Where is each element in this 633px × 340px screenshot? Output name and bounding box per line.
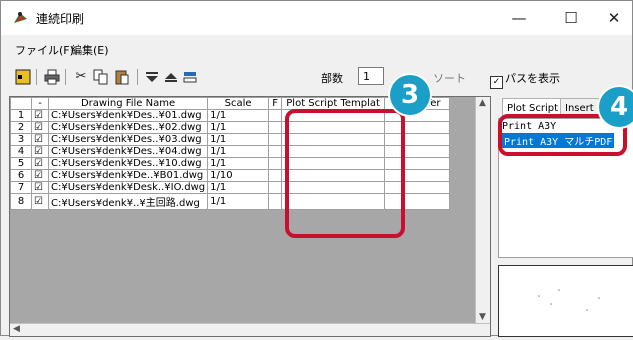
- copies-input[interactable]: [358, 67, 384, 85]
- f-cell[interactable]: [268, 133, 283, 146]
- column-header-rownum[interactable]: [10, 97, 32, 110]
- file-name-cell[interactable]: C:¥Users¥denk¥Des..¥02.dwg: [47, 121, 209, 134]
- row-checkbox[interactable]: ☑: [31, 169, 49, 182]
- f-cell[interactable]: [268, 181, 283, 194]
- preview-drawing: [538, 289, 600, 311]
- row-number[interactable]: 3: [10, 133, 32, 146]
- copies-label: 部数: [321, 72, 343, 85]
- row-checkbox[interactable]: ☑: [31, 109, 49, 122]
- callout-badge-3: 3: [390, 75, 430, 115]
- callout-box-plot-script: [285, 109, 405, 238]
- print-icon[interactable]: [44, 69, 60, 85]
- row-checkbox[interactable]: ☑: [31, 157, 49, 170]
- move-up-icon[interactable]: [163, 69, 179, 85]
- scale-cell[interactable]: 1/1: [207, 109, 270, 122]
- row-checkbox[interactable]: ☑: [31, 181, 49, 194]
- f-cell[interactable]: [268, 121, 283, 134]
- scale-cell[interactable]: 1/1: [207, 193, 270, 210]
- row-number[interactable]: 2: [10, 121, 32, 134]
- settings-icon[interactable]: [182, 69, 198, 85]
- column-header-f[interactable]: F: [268, 97, 283, 110]
- scale-cell[interactable]: 1/1: [207, 157, 270, 170]
- open-icon[interactable]: [15, 69, 31, 85]
- scale-cell[interactable]: 1/1: [207, 133, 270, 146]
- title-bar: 連続印刷 — ☐ ✕: [1, 1, 632, 35]
- menu-file[interactable]: ファイル(F): [15, 42, 74, 58]
- show-path-label: パスを表示: [505, 72, 560, 85]
- scale-cell[interactable]: 1/10: [207, 169, 270, 182]
- file-name-cell[interactable]: C:¥Users¥denk¥Des..¥01.dwg: [47, 109, 209, 122]
- row-checkbox[interactable]: ☑: [31, 145, 49, 158]
- row-checkbox[interactable]: ☑: [31, 193, 49, 210]
- file-name-cell[interactable]: C:¥Users¥denk¥Des..¥10.dwg: [47, 157, 209, 170]
- row-checkbox[interactable]: ☑: [31, 121, 49, 134]
- horizontal-scrollbar[interactable]: ◀: [10, 323, 490, 336]
- scale-cell[interactable]: 1/1: [207, 145, 270, 158]
- row-number[interactable]: 4: [10, 145, 32, 158]
- window-title: 連続印刷: [36, 12, 85, 26]
- f-cell[interactable]: [268, 193, 283, 210]
- row-number[interactable]: 6: [10, 169, 32, 182]
- cut-icon[interactable]: ✂: [73, 69, 89, 85]
- column-header-plot-script[interactable]: Plot Script Templat: [281, 97, 386, 110]
- maximize-button[interactable]: ☐: [550, 3, 592, 33]
- menu-bar: ファイル(F) 編集(E): [1, 35, 632, 61]
- show-path-checkbox[interactable]: ✓ パスを表示: [490, 70, 560, 89]
- move-down-icon[interactable]: [144, 69, 160, 85]
- f-cell[interactable]: [268, 169, 283, 182]
- row-number[interactable]: 1: [10, 109, 32, 122]
- scroll-down-icon[interactable]: ▼: [479, 312, 486, 322]
- file-name-cell[interactable]: C:¥Users¥denk¥Des..¥03.dwg: [47, 133, 209, 146]
- row-number[interactable]: 5: [10, 157, 32, 170]
- file-name-cell[interactable]: C:¥Users¥denk¥..¥主回路.dwg: [47, 193, 209, 210]
- paste-icon[interactable]: [114, 69, 130, 85]
- app-icon: [14, 12, 27, 23]
- toolbar-separator: [65, 69, 66, 85]
- file-name-cell[interactable]: C:¥Users¥denk¥De..¥B01.dwg: [47, 169, 209, 182]
- scroll-left-icon[interactable]: ◀: [13, 324, 20, 334]
- main-window: 連続印刷 — ☐ ✕ ファイル(F) 編集(E) ✂ 部数 1 ソート ✓ パス…: [0, 0, 633, 337]
- toolbar-separator: [36, 69, 37, 85]
- row-number[interactable]: 7: [10, 181, 32, 194]
- toolbar-separator: [137, 69, 138, 85]
- row-number[interactable]: 8: [10, 193, 32, 210]
- minimize-button[interactable]: —: [498, 3, 540, 33]
- toolbar: ✂ 部数 ソート ✓パスを表示: [1, 61, 632, 93]
- callout-badge-4: 4: [599, 87, 633, 127]
- file-name-cell[interactable]: C:¥Users¥denk¥Desk..¥IO.dwg: [47, 181, 209, 194]
- scroll-up-icon[interactable]: ▲: [479, 98, 486, 108]
- checkbox-icon[interactable]: ✓: [490, 76, 503, 89]
- f-cell[interactable]: [268, 157, 283, 170]
- column-header-file[interactable]: Drawing File Name: [47, 97, 209, 110]
- close-button[interactable]: ✕: [593, 3, 633, 33]
- f-cell[interactable]: [268, 145, 283, 158]
- column-header-scale[interactable]: Scale: [207, 97, 270, 110]
- row-checkbox[interactable]: ☑: [31, 133, 49, 146]
- scale-cell[interactable]: 1/1: [207, 121, 270, 134]
- menu-edit[interactable]: 編集(E): [71, 42, 109, 58]
- preview-pane: [498, 265, 633, 337]
- scale-cell[interactable]: 1/1: [207, 181, 270, 194]
- f-cell[interactable]: [268, 109, 283, 122]
- file-grid: - Drawing File Name Scale F Plot Script …: [9, 96, 491, 337]
- sort-label[interactable]: ソート: [433, 70, 466, 86]
- copy-icon[interactable]: [93, 69, 109, 85]
- column-header-check[interactable]: -: [31, 97, 49, 110]
- vertical-scrollbar[interactable]: ▲ ▼: [475, 97, 490, 336]
- file-name-cell[interactable]: C:¥Users¥denk¥Des..¥04.dwg: [47, 145, 209, 158]
